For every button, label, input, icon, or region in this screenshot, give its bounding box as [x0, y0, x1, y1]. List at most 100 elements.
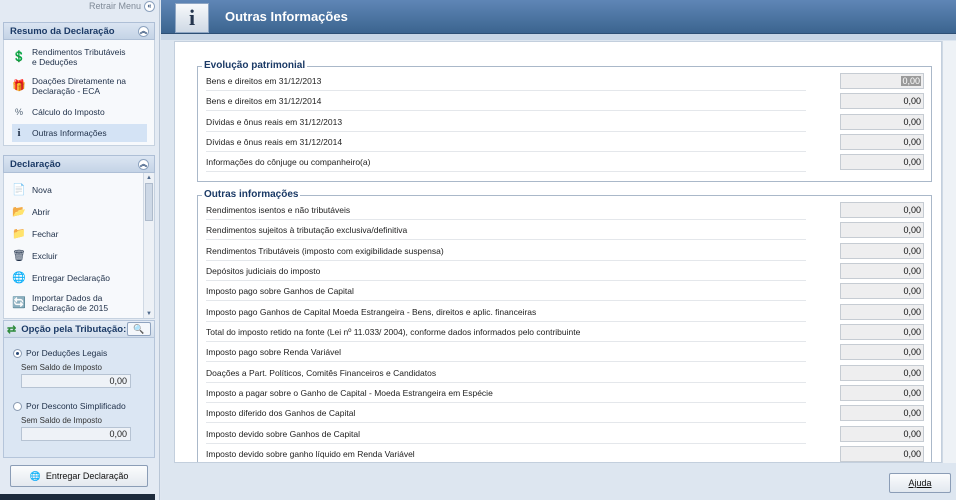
radio-desconto-simplificado[interactable] — [13, 401, 22, 411]
opcao-tributacao-header: ⇄ Opção pela Tributação: 🔍 — [3, 320, 155, 338]
value-input[interactable]: 0,00 — [840, 365, 924, 381]
gift-icon: 🎁 — [12, 80, 26, 92]
percent-doc-icon: % — [14, 107, 23, 117]
form-row: Imposto devido sobre Ganhos de Capital 0… — [206, 425, 924, 445]
row-label: Informações do cônjuge ou companheiro(a) — [206, 157, 806, 172]
row-label: Depósitos judiciais do imposto — [206, 266, 806, 281]
row-label: Total do imposto retido na fonte (Lei nº… — [206, 327, 806, 342]
collapse-menu-label[interactable]: Retrair Menu — [89, 1, 141, 11]
row-label: Bens e direitos em 31/12/2013 — [206, 76, 806, 91]
value-input[interactable]: 0,00 — [840, 283, 924, 299]
value-input[interactable]: 0,00 — [840, 324, 924, 340]
tax-option-icon: ⇄ — [7, 323, 17, 336]
sidebar: Retrair Menu « Resumo da Declaração ︽ 💲 … — [0, 0, 160, 500]
form-row: Informações do cônjuge ou companheiro(a)… — [206, 153, 924, 173]
collapse-up-icon[interactable]: ︽ — [138, 25, 149, 37]
nav-outras-informacoes[interactable]: i Outras Informações — [12, 124, 147, 142]
row-label: Bens e direitos em 31/12/2014 — [206, 96, 806, 111]
form-row: Imposto pago sobre Renda Variável 0,00 — [206, 343, 924, 363]
entregar-declaracao-button[interactable]: 🌐 Entregar Declaração — [10, 465, 148, 487]
value-input[interactable]: 0,00 — [840, 405, 924, 421]
nav-nova[interactable]: 📄 Nova — [12, 183, 52, 197]
title-bar: i Outras Informações — [161, 0, 956, 34]
option-deducoes-legais[interactable]: Por Deduções Legais — [13, 348, 107, 358]
form-row: Imposto diferido dos Ganhos de Capital 0… — [206, 404, 924, 424]
nav-abrir[interactable]: 📂 Abrir — [12, 205, 50, 219]
value-input[interactable]: 0,00 — [840, 263, 924, 279]
form-row: Rendimentos sujeitos à tributação exclus… — [206, 221, 924, 241]
import-icon: 🔄 — [12, 297, 26, 309]
declaracao-panel: 📄 Nova 📂 Abrir 📁 Fechar 🗑 Excluir 🌐 Entr… — [3, 173, 155, 319]
value-input[interactable]: 0,00 — [840, 73, 924, 89]
nav-excluir[interactable]: 🗑 Excluir — [12, 249, 58, 263]
nav-fechar[interactable]: 📁 Fechar — [12, 227, 58, 241]
nav-importar-dados[interactable]: 🔄 Importar Dados da Declaração de 2015 — [12, 293, 122, 313]
search-button[interactable]: 🔍 — [127, 322, 151, 336]
scroll-thumb[interactable] — [145, 183, 153, 221]
nav-label: Importar Dados da Declaração de 2015 — [32, 293, 109, 313]
nav-rendimentos-tributaveis[interactable]: 💲 Rendimentos Tributáveis e Deduções — [12, 47, 132, 67]
collapse-menu[interactable]: Retrair Menu « — [89, 0, 155, 12]
group-title: Outras informações — [202, 189, 301, 200]
value-input[interactable]: 0,00 — [840, 426, 924, 442]
outras-informacoes-group: Outras informações Rendimentos isentos e… — [197, 189, 932, 462]
bottom-bar: Ajuda — [161, 465, 956, 500]
row-label: Rendimentos Tributáveis (imposto com exi… — [206, 246, 806, 261]
option-desconto-simplificado[interactable]: Por Desconto Simplificado — [13, 401, 126, 411]
nav-label: Excluir — [32, 251, 58, 261]
form-row: Total do imposto retido na fonte (Lei nº… — [206, 323, 924, 343]
nav-label: Fechar — [32, 229, 59, 239]
value-input[interactable]: 0,00 — [840, 93, 924, 109]
content-scrollbar[interactable] — [942, 41, 956, 463]
form-row: Dívidas e ônus reais em 31/12/2014 0,00 — [206, 133, 924, 153]
saldo-label: Sem Saldo de Imposto — [21, 416, 102, 425]
row-label: Imposto pago Ganhos de Capital Moeda Est… — [206, 307, 806, 322]
group-title: Evolução patrimonial — [202, 60, 308, 71]
row-label: Imposto devido sobre ganho líquido em Re… — [206, 449, 806, 462]
open-folder-icon: 📂 — [12, 206, 26, 218]
resumo-panel: 💲 Rendimentos Tributáveis e Deduções 🎁 D… — [3, 40, 155, 146]
opcao-tributacao-title: Opção pela Tributação: — [21, 323, 127, 335]
value-input[interactable]: 0,00 — [840, 243, 924, 259]
value-input[interactable]: 0,00 — [840, 222, 924, 238]
ajuda-button[interactable]: Ajuda — [889, 473, 951, 493]
declaracao-scrollbar[interactable]: ▲ ▼ — [143, 173, 154, 318]
resumo-panel-header[interactable]: Resumo da Declaração ︽ — [3, 22, 155, 40]
form-row: Imposto a pagar sobre o Ganho de Capital… — [206, 384, 924, 404]
row-label: Imposto devido sobre Ganhos de Capital — [206, 429, 806, 444]
info-icon: i — [175, 3, 209, 33]
nav-entregar-declaracao[interactable]: 🌐 Entregar Declaração — [12, 271, 110, 285]
nav-label: Outras Informações — [32, 128, 107, 138]
declaracao-panel-header[interactable]: Declaração ︽ — [3, 155, 155, 173]
collapse-up-icon[interactable]: ︽ — [138, 158, 149, 170]
form-row: Doações a Part. Políticos, Comitês Finan… — [206, 364, 924, 384]
value-input[interactable]: 0,00 — [840, 114, 924, 130]
row-label: Imposto pago sobre Ganhos de Capital — [206, 286, 806, 301]
value-input[interactable]: 0,00 — [840, 134, 924, 150]
nav-label: Abrir — [32, 207, 50, 217]
saldo-legais-field: 0,00 — [21, 374, 131, 388]
form-row: Rendimentos Tributáveis (imposto com exi… — [206, 242, 924, 262]
opcao-tributacao-panel: Por Deduções Legais Sem Saldo de Imposto… — [3, 338, 155, 458]
nav-doacoes-eca[interactable]: 🎁 Doações Diretamente na Declaração - EC… — [12, 76, 132, 96]
info-icon: i — [17, 127, 21, 139]
resumo-panel-title: Resumo da Declaração — [10, 25, 115, 37]
value-input[interactable]: 0,00 — [840, 202, 924, 218]
form-content: Evolução patrimonial Bens e direitos em … — [174, 41, 942, 463]
nav-calculo-imposto[interactable]: % Cálculo do Imposto — [12, 105, 105, 119]
declaracao-panel-title: Declaração — [10, 158, 61, 170]
value-input[interactable]: 0,00 — [840, 154, 924, 170]
value-input[interactable]: 0,00 — [840, 385, 924, 401]
form-row: Imposto pago sobre Ganhos de Capital 0,0… — [206, 282, 924, 302]
row-label: Dívidas e ônus reais em 31/12/2013 — [206, 117, 806, 132]
value-input[interactable]: 0,00 — [840, 446, 924, 462]
nav-label: Cálculo do Imposto — [32, 107, 105, 117]
value-input[interactable]: 0,00 — [840, 304, 924, 320]
double-chevron-left-icon[interactable]: « — [144, 0, 155, 12]
scroll-down-icon[interactable]: ▼ — [144, 309, 154, 318]
value-input[interactable]: 0,00 — [840, 344, 924, 360]
radio-deducoes-legais[interactable] — [13, 348, 22, 358]
scroll-up-icon[interactable]: ▲ — [144, 173, 154, 183]
row-label: Imposto diferido dos Ganhos de Capital — [206, 408, 806, 423]
evolucao-patrimonial-group: Evolução patrimonial Bens e direitos em … — [197, 60, 932, 182]
